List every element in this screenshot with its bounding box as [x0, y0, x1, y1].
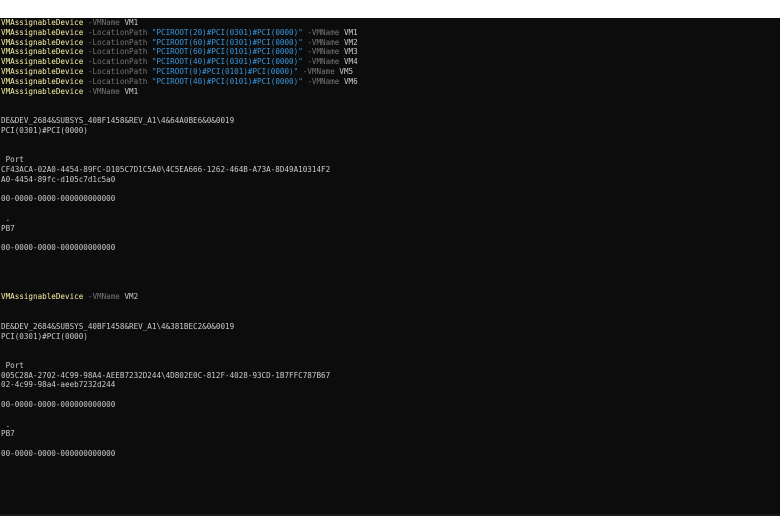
- cmdlet-name: VMAssignableDevice: [1, 292, 84, 302]
- terminal-output: VMAssignableDevice -VMName VM1 VMAssigna…: [1, 18, 780, 459]
- location-path-string: "PCIROOT(60)#PCI(0101)#PCI(0000)": [151, 47, 303, 57]
- vm-name-argument: VM2: [124, 292, 139, 302]
- parameter-name: -VMName: [87, 292, 120, 302]
- cmdlet-name: VMAssignableDevice: [1, 76, 84, 86]
- parameter-name: -LocationPath: [87, 37, 148, 47]
- parameter-name: -LocationPath: [87, 47, 148, 57]
- cmdlet-name: VMAssignableDevice: [1, 37, 84, 47]
- port-label: Port: [1, 155, 24, 165]
- dot-value: .: [1, 213, 11, 223]
- parameter-name: -VMName: [87, 86, 120, 96]
- command-line: VMAssignableDevice -LocationPath "PCIROO…: [1, 28, 780, 38]
- vm-name-argument: VM1: [343, 27, 358, 37]
- cmdlet-name: VMAssignableDevice: [1, 18, 84, 27]
- command-line: VMAssignableDevice -LocationPath "PCIROO…: [1, 38, 780, 48]
- window-top-strip: [0, 0, 780, 18]
- parameter-name: -LocationPath: [87, 57, 148, 67]
- parameter-name: -LocationPath: [87, 66, 148, 76]
- dot-value: .: [1, 419, 11, 429]
- vm-name-argument: VM1: [124, 18, 139, 27]
- cmdlet-name: VMAssignableDevice: [1, 27, 84, 37]
- location-path-string: "PCIROOT(40)#PCI(0301)#PCI(0000)": [151, 57, 303, 67]
- vm-name-argument: VM2: [343, 37, 358, 47]
- vm-name-argument: VM6: [343, 76, 358, 86]
- location-path-string: "PCIROOT(60)#PCI(0301)#PCI(0000)": [151, 37, 303, 47]
- parameter-name: -VMName: [307, 57, 340, 67]
- location-path-value: PCI(0301)#PCI(0000): [1, 331, 88, 341]
- pb7-value: PB7: [1, 429, 15, 439]
- location-path-value: PCI(0301)#PCI(0000): [1, 125, 88, 135]
- parameter-name: -VMName: [87, 18, 120, 27]
- parameter-name: -LocationPath: [87, 27, 148, 37]
- cmdlet-name: VMAssignableDevice: [1, 57, 84, 67]
- instance-id-value: DE&DEV_2684&SUBSYS_40BF1458&REV_A1\4&381…: [1, 321, 235, 331]
- guid-value: 00-0000-0000-000000000000: [1, 243, 116, 253]
- parameter-name: -VMName: [307, 37, 340, 47]
- command-line: VMAssignableDevice -LocationPath "PCIROO…: [1, 57, 780, 67]
- vm-name-argument: VM3: [343, 47, 358, 57]
- vmbus-path-value: CF43ACA-02A0-4454-89FC-D105C7D1C5A0\4C5E…: [1, 164, 331, 174]
- command-line: VMAssignableDevice -LocationPath "PCIROO…: [1, 77, 780, 87]
- location-path-string: "PCIROOT(40)#PCI(0101)#PCI(0000)": [151, 76, 303, 86]
- cmdlet-name: VMAssignableDevice: [1, 66, 84, 76]
- cmdlet-name: VMAssignableDevice: [1, 47, 84, 57]
- location-path-string: "PCIROOT(20)#PCI(0301)#PCI(0000)": [151, 27, 303, 37]
- parameter-name: -LocationPath: [87, 76, 148, 86]
- device-guid-value: A0-4454-89fc-d105c7d1c5a0: [1, 174, 116, 184]
- command-line: VMAssignableDevice -VMName VM1: [1, 18, 780, 28]
- location-path-string: "PCIROOT(0)#PCI(0101)#PCI(0000)": [151, 66, 299, 76]
- vm-name-argument: VM5: [339, 66, 354, 76]
- powershell-terminal[interactable]: VMAssignableDevice -VMName VM1 VMAssigna…: [0, 18, 780, 516]
- cmdlet-name: VMAssignableDevice: [1, 86, 84, 96]
- guid-value: 00-0000-0000-000000000000: [1, 449, 116, 459]
- vm-name-argument: VM4: [343, 57, 358, 67]
- vmbus-path-value: 005C28A-2702-4C99-98A4-AEEB7232D244\4D80…: [1, 370, 331, 380]
- command-line: VMAssignableDevice -VMName VM2: [1, 292, 780, 302]
- command-line: VMAssignableDevice -VMName VM1: [1, 87, 780, 97]
- parameter-name: -VMName: [302, 66, 335, 76]
- parameter-name: -VMName: [307, 27, 340, 37]
- guid-value: 00-0000-0000-000000000000: [1, 194, 116, 204]
- device-guid-value: 02-4c99-98a4-aeeb7232d244: [1, 380, 116, 390]
- guid-value: 00-0000-0000-000000000000: [1, 400, 116, 410]
- parameter-name: -VMName: [307, 47, 340, 57]
- command-line: VMAssignableDevice -LocationPath "PCIROO…: [1, 67, 780, 77]
- port-label: Port: [1, 360, 24, 370]
- vm-name-argument: VM1: [124, 86, 139, 96]
- instance-id-value: DE&DEV_2684&SUBSYS_40BF1458&REV_A1\4&64A…: [1, 115, 235, 125]
- parameter-name: -VMName: [307, 76, 340, 86]
- pb7-value: PB7: [1, 223, 15, 233]
- command-line: VMAssignableDevice -LocationPath "PCIROO…: [1, 47, 780, 57]
